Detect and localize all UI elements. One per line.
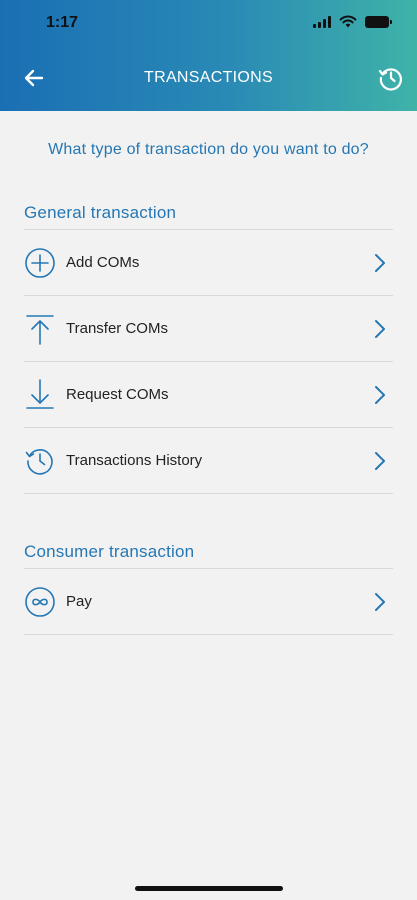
section-title-general: General transaction xyxy=(24,203,177,222)
upload-arrow-icon xyxy=(24,313,56,345)
list-item-request-coms[interactable]: Request COMs xyxy=(24,362,393,428)
section-title-consumer: Consumer transaction xyxy=(24,542,195,561)
battery-icon xyxy=(365,15,392,28)
list-item-transactions-history[interactable]: Transactions History xyxy=(24,428,393,494)
status-icons xyxy=(313,15,392,28)
list-item-label: Request COMs xyxy=(66,386,169,403)
chevron-right-icon xyxy=(375,320,385,338)
header: 1:17 TRANSACTIONS xyxy=(0,0,417,111)
nav-bar: TRANSACTIONS xyxy=(0,46,417,111)
list-item-label: Transactions History xyxy=(66,452,203,469)
page-title: TRANSACTIONS xyxy=(144,69,273,86)
list-item-pay[interactable]: Pay xyxy=(24,569,393,635)
list-item-label: Pay xyxy=(66,593,92,610)
signal-icon xyxy=(313,15,331,28)
general-transaction-list: Add COMs Transfer COMs Request COMs Tran… xyxy=(24,229,393,494)
list-item-label: Add COMs xyxy=(66,254,140,271)
home-indicator[interactable] xyxy=(135,886,283,891)
history-icon xyxy=(24,445,56,477)
chevron-right-icon xyxy=(375,452,385,470)
question-text: What type of transaction do you want to … xyxy=(48,141,369,158)
chevron-right-icon xyxy=(375,254,385,272)
status-bar: 1:17 xyxy=(0,0,417,46)
list-item-add-coms[interactable]: Add COMs xyxy=(24,230,393,296)
plus-circle-icon xyxy=(24,247,56,279)
wifi-icon xyxy=(339,15,357,28)
consumer-transaction-list: Pay xyxy=(24,568,393,635)
infinity-circle-icon xyxy=(24,586,56,618)
history-button[interactable] xyxy=(375,62,407,94)
list-item-label: Transfer COMs xyxy=(66,320,168,337)
chevron-right-icon xyxy=(375,386,385,404)
chevron-right-icon xyxy=(375,593,385,611)
list-item-transfer-coms[interactable]: Transfer COMs xyxy=(24,296,393,362)
status-time: 1:17 xyxy=(46,14,79,31)
history-icon xyxy=(378,68,402,91)
main-content: What type of transaction do you want to … xyxy=(0,111,417,635)
download-arrow-icon xyxy=(24,378,56,411)
